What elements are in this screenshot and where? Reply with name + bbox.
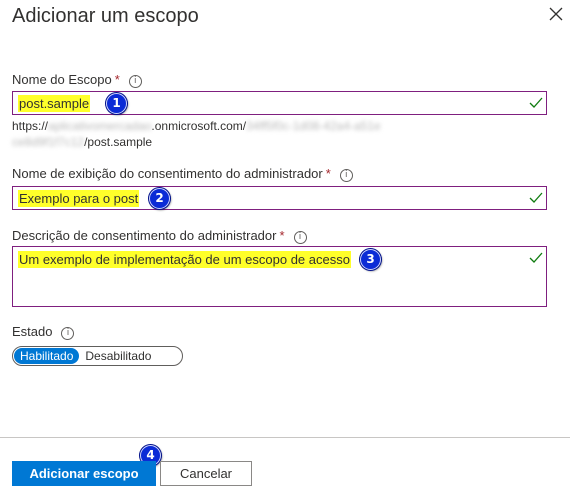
- scope-name-label-text: Nome do Escopo: [12, 72, 112, 87]
- required-mark: *: [114, 72, 120, 87]
- consent-name-value: Exemplo para o post: [18, 190, 140, 207]
- url-blurred-app-id: 34ff5f0c-1d08-42a4-a51e: [246, 119, 381, 133]
- state-toggle[interactable]: Habilitado Desabilitado: [12, 346, 183, 366]
- info-icon[interactable]: i: [128, 75, 142, 88]
- checkmark-icon: [529, 252, 543, 263]
- state-label: Estado i: [12, 324, 75, 340]
- add-scope-button[interactable]: Adicionar escopo: [12, 461, 156, 486]
- consent-desc-label: Descrição de consentimento do administra…: [12, 228, 307, 244]
- checkmark-icon: [529, 192, 543, 203]
- state-option-disabled[interactable]: Desabilitado: [79, 349, 157, 363]
- panel-title: Adicionar um escopo: [12, 5, 199, 27]
- url-blurred-app-id-end: ce8d9f1f7c12: [12, 135, 85, 149]
- consent-name-label: Nome de exibição do consentimento do adm…: [12, 166, 353, 182]
- info-icon[interactable]: i: [339, 169, 353, 182]
- checkmark-icon: [529, 97, 543, 108]
- info-icon[interactable]: i: [61, 327, 75, 340]
- step-badge-2: 2: [149, 188, 170, 209]
- url-blurred-tenant: aplicativomercadao: [48, 119, 152, 133]
- consent-name-input[interactable]: Exemplo para o post 2: [12, 186, 547, 210]
- scope-name-value: post.sample: [18, 95, 91, 112]
- state-label-text: Estado: [12, 324, 53, 339]
- consent-name-label-text: Nome de exibição do consentimento do adm…: [12, 166, 323, 181]
- required-mark: *: [325, 166, 331, 181]
- step-badge-3: 3: [360, 249, 381, 270]
- url-prefix: https://: [12, 119, 49, 133]
- footer-divider: [0, 437, 570, 438]
- scope-url-line-2: ce8d9f1f7c12/post.sample: [12, 135, 152, 149]
- step-badge-1: 1: [106, 93, 127, 114]
- state-option-enabled[interactable]: Habilitado: [14, 348, 80, 364]
- scope-url-line-1: https://aplicativomercadao.onmicrosoft.c…: [12, 119, 381, 133]
- url-suffix: /post.sample: [84, 135, 153, 149]
- consent-desc-value: Um exemplo de implementação de um escopo…: [18, 251, 351, 268]
- url-domain: .onmicrosoft.com/: [151, 119, 247, 133]
- consent-desc-label-text: Descrição de consentimento do administra…: [12, 228, 277, 243]
- required-mark: *: [279, 228, 285, 243]
- scope-name-input[interactable]: post.sample 1: [12, 91, 547, 115]
- scope-name-label: Nome do Escopo * i: [12, 72, 142, 88]
- cancel-button[interactable]: Cancelar: [160, 461, 252, 486]
- info-icon[interactable]: i: [293, 231, 307, 244]
- consent-desc-textarea[interactable]: Um exemplo de implementação de um escopo…: [12, 246, 547, 307]
- close-icon[interactable]: [547, 5, 565, 23]
